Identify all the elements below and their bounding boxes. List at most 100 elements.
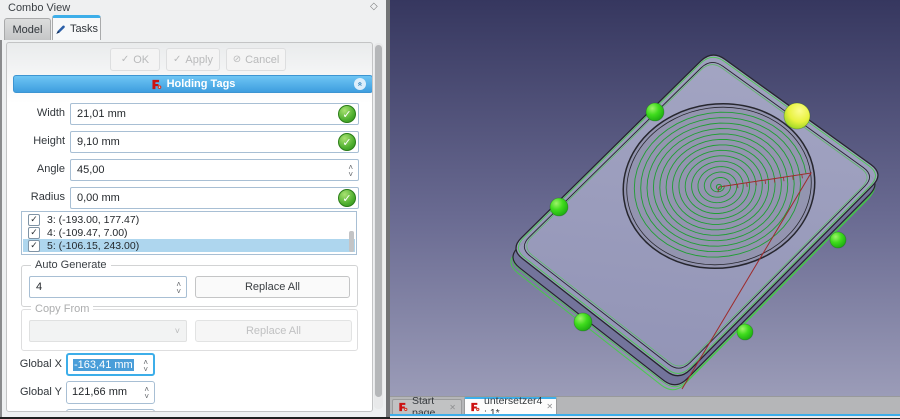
- auto-generate-replace-all-button[interactable]: Replace All: [195, 276, 350, 298]
- checkbox-checked-icon[interactable]: ✓: [28, 214, 40, 226]
- checkbox-checked-icon[interactable]: ✓: [28, 240, 40, 252]
- tag-list-scrollbar[interactable]: [349, 231, 354, 252]
- scrollbar-handle[interactable]: [375, 45, 382, 397]
- cancel-button[interactable]: ⊘ Cancel: [226, 48, 286, 71]
- copy-from-group: Copy From ˅ Replace All: [21, 309, 358, 351]
- doc-tab-untersetzer4[interactable]: untersetzer4 : 1* ✕: [464, 397, 557, 414]
- close-tab-icon[interactable]: ✕: [449, 403, 456, 412]
- tag-item-label: 3: (-193.00, 177.47): [47, 214, 139, 226]
- combo-view-tabbar: Model Tasks: [0, 15, 390, 41]
- auto-generate-count-input[interactable]: 4 ˄ ˅: [29, 276, 187, 298]
- holding-tag-sphere[interactable]: [574, 313, 592, 331]
- tag-item-label: 4: (-109.47, 7.00): [47, 227, 128, 239]
- copy-from-dropdown[interactable]: ˅: [29, 320, 187, 342]
- collapse-chevrons-icon: »: [356, 82, 364, 86]
- panel-titlebar: Combo View ◇: [0, 0, 390, 16]
- width-label: Width: [7, 107, 65, 119]
- tag-list-item-selected[interactable]: ✓ 5: (-106.15, 243.00): [23, 239, 355, 252]
- holding-tag-list[interactable]: ✓ 3: (-193.00, 177.47) ✓ 4: (-109.47, 7.…: [21, 211, 357, 255]
- global-x-value: -163,41 mm: [73, 359, 134, 371]
- global-x-label: Global X: [7, 358, 62, 370]
- angle-spinner[interactable]: ˄ ˅: [348, 161, 353, 181]
- ok-check-icon: ✓: [121, 54, 129, 65]
- holding-tag-sphere[interactable]: [550, 198, 568, 216]
- radius-valid-icon: ✓: [338, 189, 356, 207]
- freecad-icon: [470, 402, 480, 412]
- apply-button[interactable]: ✓ Apply: [166, 48, 220, 71]
- radius-input[interactable]: 0,00 mm ✓: [70, 187, 359, 209]
- doc-tab-start-page[interactable]: Start page ✕: [392, 399, 462, 414]
- global-y-row: Global Y 121,66 mm ˄ ˅: [7, 381, 372, 404]
- radius-row: Radius 0,00 mm ✓: [7, 187, 372, 209]
- collapse-button[interactable]: »: [354, 78, 366, 90]
- pen-icon: [55, 24, 66, 35]
- dropdown-chevron-icon: ˅: [175, 326, 180, 336]
- panel-title: Combo View: [8, 2, 70, 14]
- auto-generate-legend: Auto Generate: [31, 259, 111, 271]
- checkbox-checked-icon[interactable]: ✓: [28, 227, 40, 239]
- angle-row: Angle 45,00 ˄ ˅: [7, 159, 372, 181]
- task-panel-frame: ✓ OK ✓ Apply ⊘ Cancel Holding Tags: [0, 40, 388, 417]
- global-y-label: Global Y: [7, 386, 62, 398]
- task-action-row: ✓ OK ✓ Apply ⊘ Cancel: [7, 48, 372, 72]
- cancel-slash-icon: ⊘: [233, 54, 241, 65]
- height-valid-icon: ✓: [338, 133, 356, 151]
- radius-label: Radius: [7, 191, 65, 203]
- tab-tasks[interactable]: Tasks: [52, 15, 101, 40]
- close-tab-icon[interactable]: ✕: [546, 402, 553, 411]
- height-label: Height: [7, 135, 65, 147]
- replace-all-label: Replace All: [245, 281, 300, 293]
- global-x-input[interactable]: -163,41 mm ˄ ˅: [66, 353, 155, 376]
- spinner-down-icon: ˅: [176, 288, 181, 295]
- global-z-spinner[interactable]: ˄ ˅: [144, 411, 149, 412]
- tab-model[interactable]: Model: [4, 18, 51, 40]
- tag-list-item[interactable]: ✓ 4: (-109.47, 7.00): [23, 226, 355, 239]
- document-tabbar: Start page ✕ untersetzer4 : 1* ✕: [390, 396, 900, 417]
- height-value: 9,10 mm: [77, 136, 120, 148]
- holding-tags-header[interactable]: Holding Tags »: [13, 75, 373, 93]
- holding-tag-sphere[interactable]: [830, 232, 846, 248]
- auto-generate-spinner[interactable]: ˄ ˅: [176, 278, 181, 298]
- height-input[interactable]: 9,10 mm ✓: [70, 131, 359, 153]
- angle-input[interactable]: 45,00 ˄ ˅: [70, 159, 359, 181]
- holding-tag-sphere[interactable]: [737, 324, 753, 340]
- combo-view-panel: Combo View ◇ Model Tasks ✓ OK ✓ Apply: [0, 0, 390, 417]
- replace-all-label: Replace All: [246, 325, 301, 337]
- global-y-input[interactable]: 121,66 mm ˄ ˅: [66, 381, 155, 404]
- freecad-icon: [398, 402, 408, 412]
- spinner-down-icon: ˅: [144, 393, 149, 400]
- ok-label: OK: [133, 54, 149, 66]
- auto-generate-group: Auto Generate 4 ˄ ˅ Replace All: [21, 265, 358, 307]
- apply-check-icon: ✓: [173, 54, 181, 65]
- spinner-down-icon: ˅: [143, 366, 148, 373]
- dialog-title: Holding Tags: [167, 78, 236, 90]
- auto-generate-count-value: 4: [36, 281, 42, 293]
- freecad-icon: [151, 79, 162, 90]
- global-y-value: 121,66 mm: [72, 386, 127, 398]
- holding-tag-sphere-highlighted[interactable]: [784, 103, 810, 129]
- 3d-scene[interactable]: [390, 0, 900, 396]
- copy-from-replace-all-button[interactable]: Replace All: [195, 320, 352, 342]
- width-valid-icon: ✓: [338, 105, 356, 123]
- global-x-row: Global X -163,41 mm ˄ ˅: [7, 353, 372, 376]
- task-panel: ✓ OK ✓ Apply ⊘ Cancel Holding Tags: [6, 42, 373, 412]
- apply-label: Apply: [185, 54, 213, 66]
- width-row: Width 21,01 mm ✓: [7, 103, 372, 125]
- float-panel-icon[interactable]: ◇: [370, 1, 378, 12]
- task-panel-scrollbar[interactable]: [374, 43, 383, 409]
- 3d-viewport[interactable]: [390, 0, 900, 396]
- tag-item-label: 5: (-106.15, 243.00): [47, 240, 139, 252]
- holding-tag-sphere[interactable]: [646, 103, 664, 121]
- global-x-spinner[interactable]: ˄ ˅: [143, 356, 148, 376]
- tab-model-label: Model: [13, 24, 43, 36]
- ok-button[interactable]: ✓ OK: [110, 48, 160, 71]
- global-z-input[interactable]: ˄ ˅: [66, 409, 155, 412]
- angle-value: 45,00: [77, 164, 105, 176]
- tabbar-bottom-strip: [390, 416, 900, 418]
- global-y-spinner[interactable]: ˄ ˅: [144, 383, 149, 403]
- cancel-label: Cancel: [245, 54, 279, 66]
- tag-list-item[interactable]: ✓ 3: (-193.00, 177.47): [23, 213, 355, 226]
- height-row: Height 9,10 mm ✓: [7, 131, 372, 153]
- width-input[interactable]: 21,01 mm ✓: [70, 103, 359, 125]
- angle-label: Angle: [7, 163, 65, 175]
